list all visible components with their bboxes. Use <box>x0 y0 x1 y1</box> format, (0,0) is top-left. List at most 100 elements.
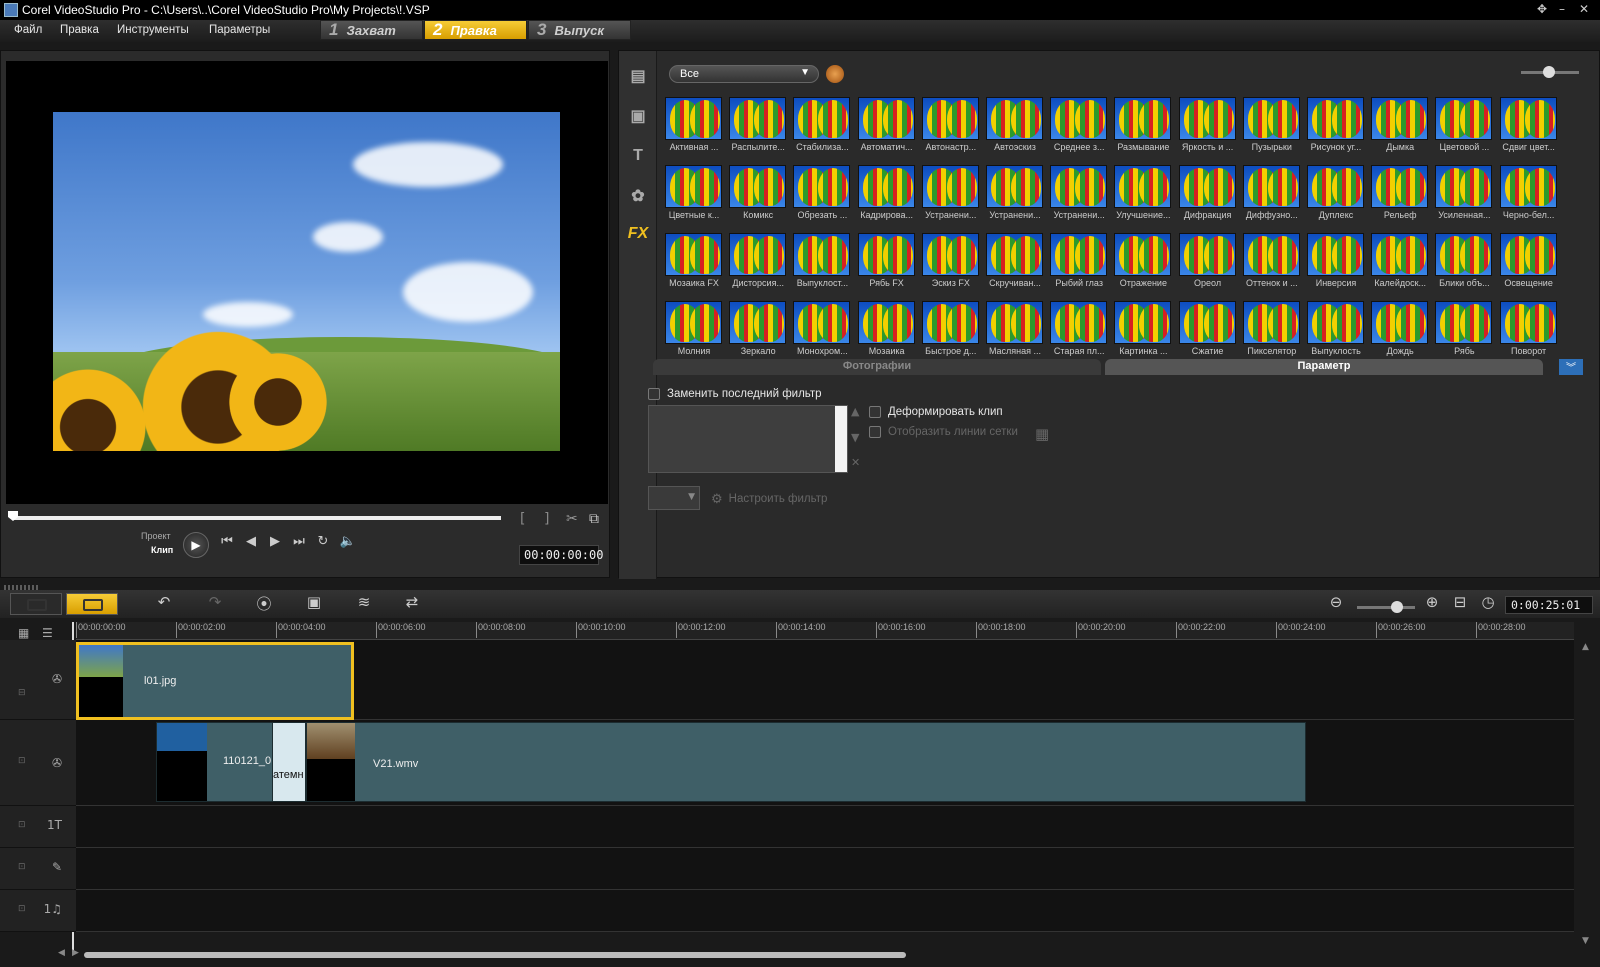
applied-filters-list[interactable]: Те <box>648 405 848 473</box>
filter-thumbnail[interactable]: Молния <box>664 301 724 363</box>
expand-options-icon[interactable]: ︾ <box>1559 359 1583 375</box>
step-edit[interactable]: 2 Правка <box>424 20 527 40</box>
filter-thumbnail[interactable]: Старая пл... <box>1049 301 1109 363</box>
filter-thumbnail[interactable]: Цветовой ... <box>1434 97 1494 159</box>
scroll-right-icon[interactable]: ▶ <box>72 948 79 958</box>
voice-track[interactable] <box>76 848 1574 890</box>
previous-frame-icon[interactable]: ◀ <box>241 534 261 549</box>
menu-file[interactable]: Файл <box>14 24 42 36</box>
step-capture[interactable]: 1 Захват <box>320 20 423 40</box>
track-manager-icon[interactable]: ⇄ <box>400 593 424 615</box>
filter-thumbnail[interactable]: Дождь <box>1370 301 1430 363</box>
timeline-horizontal-scrollbar[interactable] <box>84 952 906 958</box>
filter-thumbnail[interactable]: Выпуклост... <box>792 233 852 295</box>
graphic-icon[interactable]: ✿ <box>623 181 653 211</box>
filter-thumbnail[interactable]: Мозаика FX <box>664 233 724 295</box>
preview-timecode[interactable]: 00:00:00:00 <box>519 545 603 565</box>
transition-clip[interactable]: атемн <box>272 722 306 802</box>
storyboard-view-button[interactable] <box>10 593 62 615</box>
video-track[interactable]: l01.jpg <box>76 640 1574 720</box>
filter-thumbnail[interactable]: Блики объ... <box>1434 233 1494 295</box>
title-icon[interactable]: T <box>623 141 653 171</box>
end-icon[interactable]: ⏭ <box>289 534 309 549</box>
filter-thumbnail[interactable]: Черно-бел... <box>1499 165 1559 227</box>
image-clip[interactable]: l01.jpg <box>76 642 354 720</box>
filter-thumbnail[interactable]: Автоэскиз <box>985 97 1045 159</box>
filter-thumbnail[interactable]: Сжатие <box>1178 301 1238 363</box>
filter-thumbnail[interactable]: Отражение <box>1113 233 1173 295</box>
undo-icon[interactable]: ↶ <box>152 593 176 615</box>
timeline-ruler[interactable]: 00:00:00:00 00:00:02:00 00:00:04:00 00:00:0… <box>76 622 1574 640</box>
list-scrollbar[interactable] <box>835 406 847 472</box>
filter-thumbnail[interactable]: Дымка <box>1370 97 1430 159</box>
menu-tools[interactable]: Инструменты <box>117 24 189 36</box>
overlay-clip[interactable]: 110121_0 <box>156 722 284 802</box>
timeline-vertical-scrollbar[interactable]: ▲ ▼ <box>1576 640 1598 952</box>
filter-thumbnail[interactable]: Активная ... <box>664 97 724 159</box>
clock-icon[interactable]: ◷ <box>1478 593 1498 615</box>
filter-thumbnail[interactable]: Калейдоск... <box>1370 233 1430 295</box>
thumbnail-size-slider[interactable] <box>1521 66 1579 78</box>
filter-thumbnail[interactable]: Рельеф <box>1370 165 1430 227</box>
filter-thumbnail[interactable]: Рыбий глаз <box>1049 233 1109 295</box>
audio-icon[interactable]: ≋ <box>352 593 376 615</box>
filter-thumbnail[interactable]: Мозаика <box>857 301 917 363</box>
filter-thumbnail[interactable]: Автонастр... <box>921 97 981 159</box>
filter-thumbnail[interactable]: Пикселятор <box>1242 301 1302 363</box>
volume-icon[interactable]: 🔈 <box>338 534 358 549</box>
filter-thumbnail[interactable]: Среднее з... <box>1049 97 1109 159</box>
filter-thumbnail[interactable]: Рябь FX <box>857 233 917 295</box>
filter-thumbnail[interactable]: Выпуклость <box>1306 301 1366 363</box>
mode-project[interactable]: Проект <box>141 531 171 541</box>
move-up-icon[interactable]: ▲ <box>851 405 859 418</box>
preview-viewer[interactable] <box>6 61 608 504</box>
filter-thumbnail[interactable]: Устранени... <box>921 165 981 227</box>
filter-thumbnail[interactable]: Рисунок уг... <box>1306 97 1366 159</box>
filter-thumbnail[interactable]: Стабилиза... <box>792 97 852 159</box>
enlarge-preview-icon[interactable]: ⧉ <box>589 511 599 527</box>
step-share[interactable]: 3 Выпуск <box>528 20 631 40</box>
minimize-button[interactable]: – <box>1552 2 1572 16</box>
zoom-in-icon[interactable]: ⊕ <box>1422 593 1442 615</box>
filter-thumbnail[interactable]: Обрезать ... <box>792 165 852 227</box>
close-button[interactable]: ✕ <box>1574 2 1594 16</box>
checkbox[interactable] <box>648 388 660 400</box>
filter-thumbnail[interactable]: Освещение <box>1499 233 1559 295</box>
browse-icon[interactable] <box>826 65 844 83</box>
media-icon[interactable]: ▤ <box>623 61 653 91</box>
filter-thumbnail[interactable]: Инверсия <box>1306 233 1366 295</box>
filter-thumbnail[interactable]: Быстрое д... <box>921 301 981 363</box>
filter-thumbnail[interactable]: Дифракция <box>1178 165 1238 227</box>
show-grid-option[interactable]: Отобразить линии сетки <box>869 426 1018 438</box>
timeline-view-button[interactable] <box>66 593 118 615</box>
filter-thumbnail[interactable]: Яркость и ... <box>1178 97 1238 159</box>
fx-tab[interactable]: FX <box>623 219 653 249</box>
filter-thumbnail[interactable]: Диффузно... <box>1242 165 1302 227</box>
filter-thumbnail[interactable]: Монохром... <box>792 301 852 363</box>
filter-thumbnail[interactable]: Цветные к... <box>664 165 724 227</box>
mode-clip[interactable]: Клип <box>151 545 173 555</box>
grid-settings-icon[interactable]: ▦ <box>1035 425 1049 443</box>
lock-icon[interactable]: ⊡ <box>18 756 26 766</box>
filter-thumbnail[interactable]: Масляная ... <box>985 301 1045 363</box>
deform-clip-option[interactable]: Деформировать клип <box>869 406 1003 418</box>
filter-thumbnail[interactable]: Кадрирова... <box>857 165 917 227</box>
redo-icon[interactable]: ↷ <box>203 593 227 615</box>
filter-thumbnail[interactable]: Зеркало <box>728 301 788 363</box>
filter-thumbnail[interactable]: Комикс <box>728 165 788 227</box>
move-icon[interactable]: ✥ <box>1532 2 1552 16</box>
delete-filter-icon[interactable]: ✕ <box>851 456 860 469</box>
zoom-out-icon[interactable]: ⊖ <box>1326 593 1346 615</box>
overlay-track[interactable]: 110121_0 атемн V21.wmv <box>76 720 1574 806</box>
filter-thumbnail[interactable]: Ореол <box>1178 233 1238 295</box>
category-dropdown[interactable]: Все ▼ <box>669 65 819 83</box>
filter-thumbnail[interactable]: Улучшение... <box>1113 165 1173 227</box>
music-track[interactable] <box>76 890 1574 932</box>
filter-thumbnail[interactable]: Поворот <box>1499 301 1559 363</box>
filter-thumbnail[interactable]: Пузырьки <box>1242 97 1302 159</box>
filter-thumbnail[interactable]: Рябь <box>1434 301 1494 363</box>
scroll-left-icon[interactable]: ◀ <box>58 948 65 958</box>
split-clip-icon[interactable]: ✂ <box>566 511 578 527</box>
mark-out-button[interactable]: ] <box>544 511 549 527</box>
fit-project-icon[interactable]: ⊟ <box>1450 593 1470 615</box>
